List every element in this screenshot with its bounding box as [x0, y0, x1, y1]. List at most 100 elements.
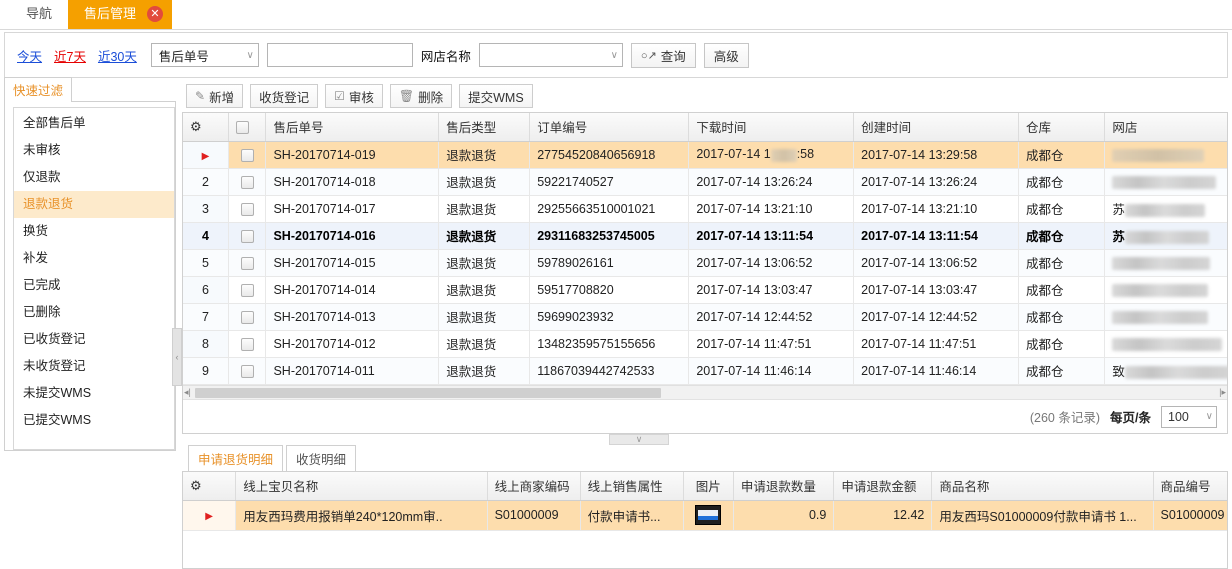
sidebar-item-all[interactable]: 全部售后单	[14, 110, 174, 137]
sidebar-item-not-received-registered[interactable]: 未收货登记	[14, 353, 174, 380]
checkbox-icon[interactable]	[241, 311, 254, 324]
tab-aftersales-management[interactable]: 售后管理 ✕	[68, 0, 172, 29]
col-refund-qty[interactable]: 申请退款数量	[733, 472, 834, 500]
detail-body: ▶ 用友西玛费用报销单240*120mm审.. S01000009 付款申请书.…	[183, 500, 1227, 530]
sidebar-item-submitted-wms[interactable]: 已提交WMS	[14, 407, 174, 434]
page-size-select[interactable]: 100 ∨	[1161, 406, 1217, 428]
add-button[interactable]: ✎ 新增	[186, 84, 243, 108]
col-refund-amount[interactable]: 申请退款金额	[834, 472, 932, 500]
sidebar-item-refund-only[interactable]: 仅退款	[14, 164, 174, 191]
col-order-no[interactable]: 订单编号	[530, 113, 689, 141]
grid-settings-header[interactable]: ⚙	[183, 113, 228, 141]
row-checkbox-cell[interactable]	[228, 303, 266, 330]
search-field-select[interactable]: 售后单号 ∨	[151, 43, 259, 67]
redacted-text	[1112, 311, 1208, 324]
shop-name-select[interactable]: ∨	[479, 43, 623, 67]
row-checkbox-cell[interactable]	[228, 141, 266, 168]
sidebar-item-label: 已提交WMS	[23, 413, 91, 427]
row-checkbox-cell[interactable]	[228, 330, 266, 357]
col-online-item-name[interactable]: 线上宝贝名称	[236, 472, 487, 500]
grid-horizontal-scrollbar[interactable]: ◂| |▸	[183, 385, 1227, 399]
cell-picture[interactable]	[683, 500, 733, 530]
row-checkbox-cell[interactable]	[228, 357, 266, 384]
cell-aftersales-type: 退款退货	[439, 168, 530, 195]
scroll-left-icon[interactable]: ◂|	[184, 387, 191, 398]
table-row[interactable]: 2SH-20170714-018退款退货592217405272017-07-1…	[183, 168, 1227, 195]
table-row[interactable]: 4SH-20170714-016退款退货29311683253745005201…	[183, 222, 1227, 249]
search-button[interactable]: ○↗ 查询	[631, 43, 696, 68]
receive-register-button[interactable]: 收货登记	[250, 84, 318, 108]
col-warehouse[interactable]: 仓库	[1018, 113, 1104, 141]
scrollbar-thumb[interactable]	[195, 388, 661, 398]
col-product-no[interactable]: 商品编号	[1153, 472, 1227, 500]
checkbox-icon[interactable]	[241, 257, 254, 270]
col-product-name[interactable]: 商品名称	[932, 472, 1153, 500]
splitter-collapse-handle[interactable]: ∨	[609, 434, 669, 445]
row-checkbox-cell[interactable]	[228, 195, 266, 222]
col-picture[interactable]: 图片	[683, 472, 733, 500]
col-online-sale-attr[interactable]: 线上销售属性	[580, 472, 683, 500]
tab-quick-filter[interactable]: 快速过滤	[4, 77, 72, 102]
table-row[interactable]: 7SH-20170714-013退款退货596990239322017-07-1…	[183, 303, 1227, 330]
col-download-time[interactable]: 下载时间	[689, 113, 854, 141]
detail-settings-header[interactable]: ⚙	[183, 472, 236, 500]
table-row[interactable]: 3SH-20170714-017退款退货29255663510001021201…	[183, 195, 1227, 222]
cell-aftersales-type: 退款退货	[439, 357, 530, 384]
col-create-time[interactable]: 创建时间	[854, 113, 1019, 141]
panel-splitter[interactable]: ∨	[182, 434, 1228, 448]
audit-button[interactable]: ☑ 审核	[325, 84, 383, 108]
product-thumbnail-icon[interactable]	[695, 505, 721, 525]
checkbox-icon[interactable]	[241, 338, 254, 351]
sidebar-collapse-handle[interactable]: ‹	[172, 328, 182, 386]
table-row[interactable]: ▶ 用友西玛费用报销单240*120mm审.. S01000009 付款申请书.…	[183, 500, 1227, 530]
checkbox-icon[interactable]	[241, 149, 254, 162]
submit-wms-button[interactable]: 提交WMS	[459, 84, 533, 108]
redacted-text	[1125, 366, 1227, 379]
row-checkbox-cell[interactable]	[228, 222, 266, 249]
search-keyword-input[interactable]	[267, 43, 413, 67]
checkbox-icon[interactable]	[241, 203, 254, 216]
sidebar-item-deleted[interactable]: 已删除	[14, 299, 174, 326]
table-row[interactable]: 8SH-20170714-012退款退货13482359575155656201…	[183, 330, 1227, 357]
table-row[interactable]: 9SH-20170714-011退款退货11867039442742533201…	[183, 357, 1227, 384]
quick-range-today[interactable]: 今天	[15, 46, 44, 65]
sidebar-item-refund-return[interactable]: 退款退货	[14, 191, 174, 218]
row-checkbox-cell[interactable]	[228, 168, 266, 195]
checkbox-icon[interactable]	[241, 176, 254, 189]
tab-navigation[interactable]: 导航	[10, 0, 68, 29]
table-row[interactable]: 5SH-20170714-015退款退货597890261612017-07-1…	[183, 249, 1227, 276]
tab-receive-detail[interactable]: 收货明细	[286, 445, 356, 472]
sidebar-item-exchange[interactable]: 换货	[14, 218, 174, 245]
checkbox-icon[interactable]	[236, 121, 249, 134]
advanced-search-button[interactable]: 高级	[704, 43, 749, 68]
checkbox-icon[interactable]	[241, 284, 254, 297]
col-online-merchant-code[interactable]: 线上商家编码	[487, 472, 580, 500]
scroll-right-icon[interactable]: |▸	[1219, 387, 1226, 398]
cell-refund-qty: 0.9	[733, 500, 834, 530]
sidebar-item-reissue[interactable]: 补发	[14, 245, 174, 272]
tab-return-request-detail-label: 申请退货明细	[198, 453, 273, 467]
checkbox-icon[interactable]	[241, 230, 254, 243]
sidebar-item-received-registered[interactable]: 已收货登记	[14, 326, 174, 353]
quick-range-7days[interactable]: 近7天	[52, 46, 88, 65]
row-number-cell: 3	[183, 195, 228, 222]
table-row[interactable]: ▶SH-20170714-019退款退货27754520840656918201…	[183, 141, 1227, 168]
pencil-icon: ✎	[195, 90, 205, 102]
quick-range-30days[interactable]: 近30天	[96, 46, 139, 65]
col-aftersales-no[interactable]: 售后单号	[266, 113, 439, 141]
sidebar-item-not-submitted-wms[interactable]: 未提交WMS	[14, 380, 174, 407]
sidebar-item-unaudited[interactable]: 未审核	[14, 137, 174, 164]
checkbox-icon[interactable]	[241, 365, 254, 378]
tab-return-request-detail[interactable]: 申请退货明细	[188, 445, 283, 472]
cell-shop: 苏	[1105, 195, 1227, 222]
col-shop[interactable]: 网店	[1105, 113, 1227, 141]
delete-button-label: 删除	[418, 87, 443, 106]
table-row[interactable]: 6SH-20170714-014退款退货595177088202017-07-1…	[183, 276, 1227, 303]
delete-button[interactable]: 🗑 删除	[390, 84, 452, 108]
col-aftersales-type[interactable]: 售后类型	[439, 113, 530, 141]
sidebar-item-completed[interactable]: 已完成	[14, 272, 174, 299]
grid-selectall-header[interactable]	[228, 113, 266, 141]
close-icon[interactable]: ✕	[147, 6, 163, 22]
row-checkbox-cell[interactable]	[228, 249, 266, 276]
row-checkbox-cell[interactable]	[228, 276, 266, 303]
